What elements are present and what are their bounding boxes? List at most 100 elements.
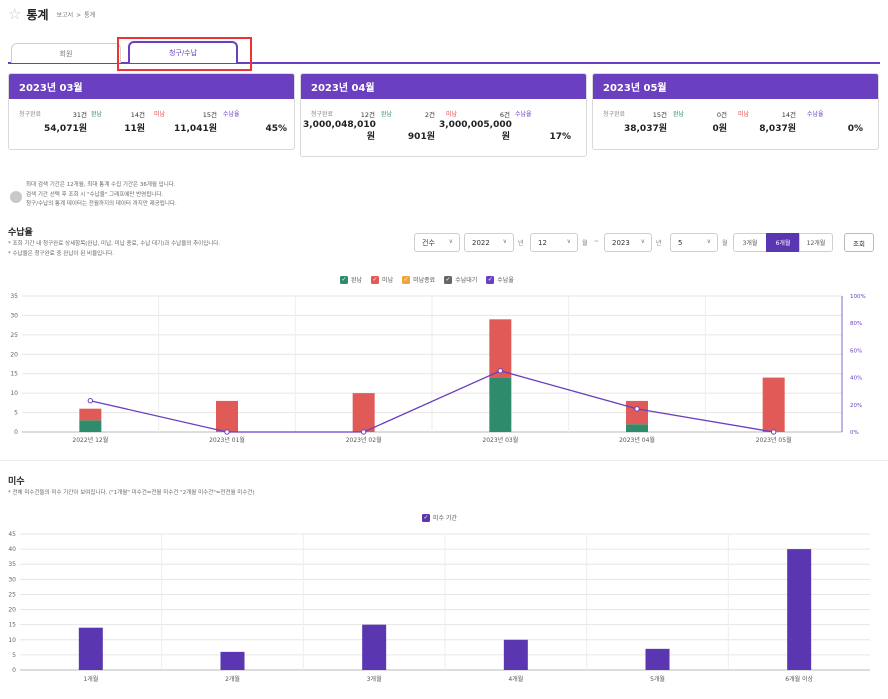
period-12-months-button[interactable]: 12개월: [799, 233, 833, 252]
section-title-outstanding: 미수: [8, 477, 25, 487]
y-tick-label: 45: [8, 531, 16, 538]
checkbox-icon[interactable]: ✓: [422, 513, 430, 522]
y2-tick-label: 40%: [850, 376, 862, 382]
month-unit: 월: [582, 240, 588, 247]
chevron-down-icon: ∨: [566, 238, 571, 245]
bar-segment: [216, 400, 238, 432]
count-type-select[interactable]: 건수 ∨: [414, 233, 460, 252]
bar-segment: [79, 420, 102, 432]
claim-count: 15건: [652, 111, 667, 119]
y-tick-label: 30: [8, 576, 16, 583]
legend-item[interactable]: ✓ 수납대기: [444, 275, 477, 284]
period-3-months-button[interactable]: 3개월: [733, 233, 767, 252]
checkbox-icon[interactable]: ✓: [402, 275, 411, 284]
legend-item[interactable]: ✓ 완납: [340, 275, 362, 284]
x-tick-label: 4개월: [508, 675, 523, 683]
bar: [220, 651, 245, 670]
chevron-down-icon: ∨: [706, 238, 711, 245]
x-tick-label: 2개월: [225, 675, 240, 683]
legend-item[interactable]: ✓ 미납: [371, 275, 393, 284]
x-tick-label: 2023년 01월: [209, 436, 245, 444]
x-tick-label: 2023년 04월: [619, 436, 655, 444]
select-value: 2023: [612, 238, 630, 247]
rate-label: 수납율: [515, 111, 532, 118]
paid-label: 완납: [91, 111, 103, 118]
checkbox-icon[interactable]: ✓: [340, 275, 348, 284]
rate-value: 17%: [549, 132, 571, 142]
paid-label: 완납: [673, 111, 685, 118]
tab-members[interactable]: 회원: [11, 43, 121, 63]
section-desc: * 조회 기간 내 청구완료 상세항목(완납, 미납, 미납 종료, 수납 대기…: [8, 240, 220, 259]
bar-segment: [762, 377, 785, 432]
section-divider: [0, 460, 888, 461]
y2-tick-label: 100%: [850, 294, 866, 300]
claim-amount: 38,037원: [623, 124, 667, 134]
paid-count: 14건: [130, 111, 145, 119]
page-header: ☆ 통계 보고서 > 통계: [8, 6, 95, 23]
breadcrumb-item-report[interactable]: 보고서: [57, 12, 74, 19]
x-tick-label: 1개월: [83, 675, 98, 683]
bar: [78, 627, 103, 670]
legend-item[interactable]: ✓ 미납종료: [402, 275, 435, 284]
paid-amount: 0원: [712, 124, 727, 134]
paid-label: 완납: [381, 111, 393, 118]
x-tick-label: 5개월: [650, 675, 665, 683]
legend-item[interactable]: ✓ 미수 기간: [422, 513, 457, 522]
legend-label: 미납: [382, 277, 394, 284]
checkbox-icon[interactable]: ✓: [371, 275, 380, 284]
claim-amount: 54,071원: [43, 124, 87, 134]
rate-point: [497, 368, 504, 374]
claim-count: 31건: [72, 111, 87, 119]
y-tick-label: 15: [10, 371, 18, 378]
search-button[interactable]: 조회: [844, 233, 874, 252]
page-title: 통계: [26, 8, 49, 22]
end-year-select[interactable]: 2023 ∨: [604, 233, 652, 252]
paid-count: 2건: [424, 111, 435, 119]
x-tick-label: 6개월 이상: [785, 675, 813, 683]
checkbox-icon[interactable]: ✓: [444, 275, 453, 284]
end-month-select[interactable]: 5 ∨: [670, 233, 718, 252]
select-value: 12: [538, 238, 547, 247]
legend-label: 미수 기간: [433, 515, 457, 522]
paid-amount: 11원: [124, 124, 145, 134]
month-card-2: 2023년 04월 청구완료 12건 3,000,048,010 원 완납 2건…: [300, 73, 587, 157]
unpaid-amount: 3,000,005,000: [439, 120, 512, 130]
bar-segment: [626, 424, 648, 432]
range-tilde: ~: [594, 238, 600, 245]
start-month-select[interactable]: 12 ∨: [530, 233, 578, 252]
claim-label: 청구완료: [19, 111, 42, 118]
unpaid-count: 15건: [202, 111, 217, 119]
outstanding-period-chart: 0 5 10 15 20 25 30 35 40 45 1개월 2개월 3개월 4개월 5개월 6개월 이상: [8, 531, 870, 683]
bar: [645, 648, 670, 670]
chevron-down-icon: ∨: [448, 238, 453, 245]
checkbox-icon[interactable]: ✓: [486, 275, 495, 284]
unpaid-count: 6건: [499, 111, 510, 119]
card-title: 2023년 05월: [593, 74, 878, 99]
note-line: 청구/수납의 통계 데이터는 전월까지의 데이터 까지만 제공됩니다.: [26, 201, 177, 207]
legend-item[interactable]: ✓ 수납율: [486, 275, 514, 284]
breadcrumb: 보고서 > 통계: [57, 10, 96, 19]
favorite-star-icon[interactable]: ☆: [8, 7, 21, 22]
y-tick-label: 0: [14, 429, 18, 436]
y-tick-label: 15: [8, 622, 16, 629]
collection-rate-chart: 0 5 10 15 20 25 30 35 0% 20% 40% 60% 80% 100% 2022년 12…: [10, 293, 866, 444]
y-tick-label: 0: [12, 667, 16, 674]
unpaid-amount-unit: 원: [501, 132, 510, 142]
rate-point: [360, 429, 367, 435]
chevron-down-icon: ∨: [640, 238, 645, 245]
x-tick-label: 3개월: [367, 675, 382, 683]
x-tick-label: 2023년 05월: [756, 436, 792, 444]
select-value: 건수: [422, 238, 435, 247]
unpaid-label: 미납: [154, 111, 166, 118]
rate-label: 수납율: [223, 111, 240, 118]
unpaid-amount: 8,037원: [759, 124, 796, 134]
year-unit: 년: [518, 240, 524, 247]
y-tick-label: 35: [8, 561, 16, 568]
rate-point: [634, 406, 640, 412]
period-6-months-button[interactable]: 6개월: [766, 233, 800, 252]
y2-tick-label: 80%: [850, 321, 862, 327]
y-tick-label: 10: [8, 637, 16, 644]
desc-line: * 조회 기간 내 청구완료 상세항목(완납, 미납, 미납 종료, 수납 대기…: [8, 241, 221, 247]
rate-point: [87, 398, 94, 404]
start-year-select[interactable]: 2022 ∨: [464, 233, 514, 252]
